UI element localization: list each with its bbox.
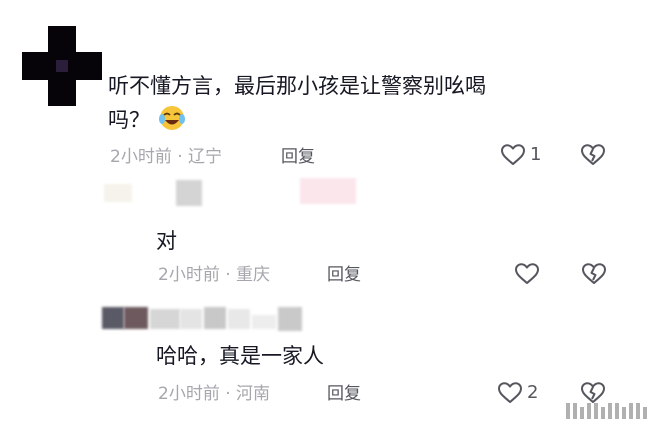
heart-icon bbox=[497, 381, 523, 405]
like-button[interactable]: 1 bbox=[500, 143, 541, 167]
watermark-logo-icon bbox=[566, 400, 652, 426]
comment-location: 河南 bbox=[236, 384, 271, 404]
comment-time: 2小时前 bbox=[110, 147, 172, 167]
comment-meta: 2小时前 · 辽宁 bbox=[110, 147, 223, 167]
reply-button[interactable]: 回复 bbox=[327, 382, 361, 406]
comment-meta: 2小时前 · 重庆 bbox=[158, 265, 271, 285]
dislike-heart-icon bbox=[580, 143, 606, 167]
dislike-button[interactable] bbox=[581, 262, 607, 286]
reply-button[interactable]: 回复 bbox=[281, 145, 315, 169]
comment-location: 辽宁 bbox=[188, 147, 223, 167]
comment-location: 重庆 bbox=[236, 265, 271, 285]
comment-text: 听不懂方言，最后那小孩是让警察别吆喝 bbox=[108, 70, 486, 102]
like-count: 2 bbox=[527, 382, 539, 403]
heart-icon bbox=[514, 262, 540, 286]
comment-text-line-2: 吗？ bbox=[108, 104, 186, 140]
dislike-button[interactable] bbox=[580, 143, 606, 167]
dislike-heart-icon bbox=[581, 262, 607, 286]
heart-icon bbox=[500, 143, 526, 167]
crying-laughing-emoji-icon bbox=[158, 105, 186, 140]
comment-time: 2小时前 bbox=[158, 265, 220, 285]
avatar[interactable] bbox=[22, 26, 102, 106]
comment-text-line2: 吗？ bbox=[108, 108, 150, 132]
comment-time: 2小时前 bbox=[158, 384, 220, 404]
like-button[interactable]: 2 bbox=[497, 381, 538, 405]
watermark bbox=[566, 400, 652, 426]
like-count: 1 bbox=[530, 144, 542, 165]
reply-button[interactable]: 回复 bbox=[327, 263, 361, 287]
comment-text: 对 bbox=[156, 229, 177, 253]
comment-text: 哈哈，真是一家人 bbox=[156, 344, 324, 368]
like-button[interactable] bbox=[514, 262, 544, 286]
comment-meta: 2小时前 · 河南 bbox=[158, 384, 271, 404]
comment-text-line1: 听不懂方言，最后那小孩是让警察别吆喝 bbox=[108, 74, 486, 98]
